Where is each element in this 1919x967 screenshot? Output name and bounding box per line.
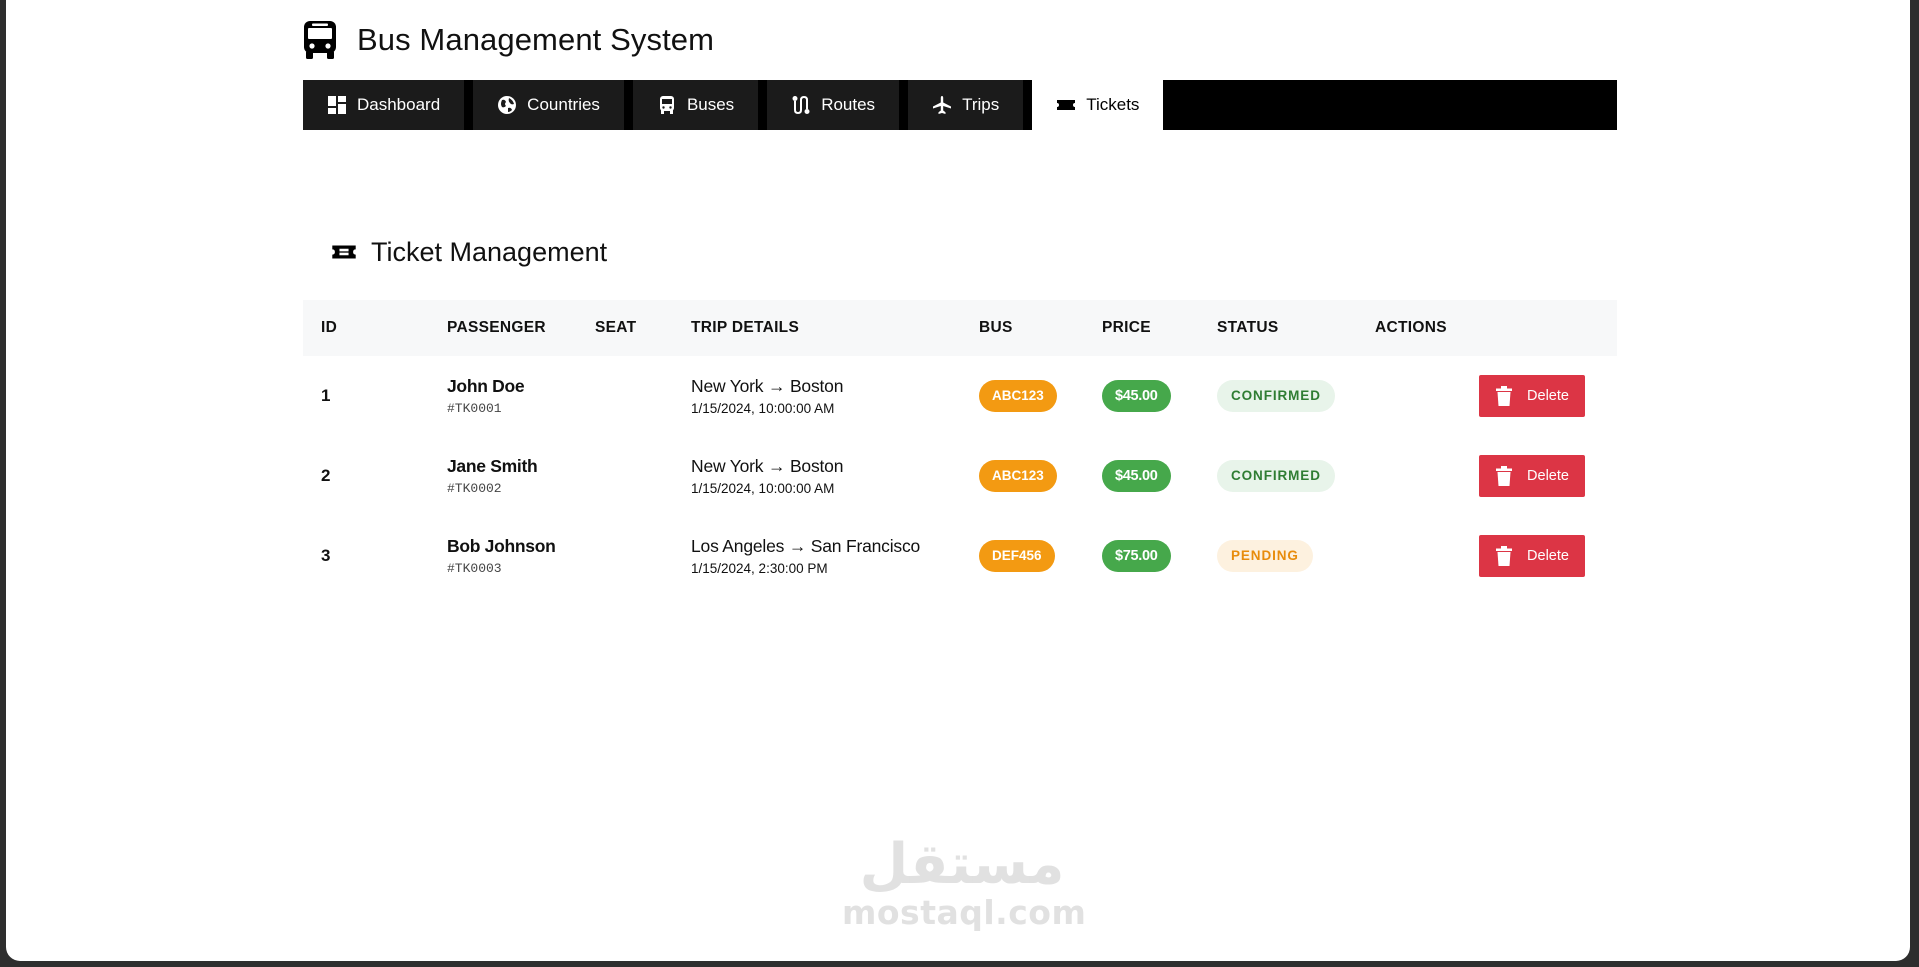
delete-button[interactable]: Delete — [1479, 375, 1585, 417]
app-window: Bus Management System Dashboard Countrie… — [6, 0, 1910, 961]
trip-route: Los Angeles → San Francisco — [691, 536, 921, 556]
delete-button[interactable]: Delete — [1479, 455, 1585, 497]
route-icon — [791, 95, 811, 115]
price-badge: $75.00 — [1102, 540, 1171, 572]
tickets-table: ID PASSENGER SEAT TRIP DETAILS BUS PRICE… — [303, 300, 1617, 596]
bus-cell: ABC123 — [979, 436, 1057, 516]
ticket-id: 2 — [321, 466, 331, 485]
header-price: PRICE — [1102, 319, 1151, 336]
table-row: 3 Bob Johnson #TK0003 Los Angeles → San … — [303, 516, 1617, 596]
status-cell: PENDING — [1217, 516, 1313, 596]
watermark: مستقل mostaql.com — [842, 832, 1087, 932]
nav-item-countries[interactable]: Countries — [473, 80, 624, 130]
nav-item-label: Buses — [686, 95, 735, 114]
bus-badge: DEF456 — [979, 540, 1055, 572]
header-status: STATUS — [1217, 319, 1279, 336]
ticket-icon — [1056, 95, 1076, 115]
main-nav: Dashboard Countries Buses Routes Trips T… — [303, 80, 1617, 130]
ticket-id: 3 — [321, 546, 331, 565]
passenger-cell: Jane Smith #TK0002 — [447, 436, 538, 516]
status-cell: CONFIRMED — [1217, 436, 1335, 516]
passenger-name: Jane Smith — [447, 456, 538, 476]
header-trip-details: TRIP DETAILS — [691, 319, 800, 336]
trash-icon — [1495, 466, 1513, 486]
trip-route: New York → Boston — [691, 456, 844, 476]
ticket-code: #TK0003 — [447, 561, 502, 576]
nav-item-dashboard[interactable]: Dashboard — [303, 80, 465, 130]
nav-item-buses[interactable]: Buses — [632, 80, 759, 130]
passenger-cell: John Doe #TK0001 — [447, 356, 525, 436]
trash-icon — [1495, 386, 1513, 406]
nav-item-tickets[interactable]: Tickets — [1032, 80, 1164, 130]
table-row: 2 Jane Smith #TK0002 New York → Boston 1… — [303, 436, 1617, 516]
bus-cell: ABC123 — [979, 356, 1057, 436]
trash-icon — [1495, 546, 1513, 566]
actions-cell: Delete — [1479, 436, 1585, 516]
price-cell: $45.00 — [1102, 356, 1171, 436]
price-badge: $45.00 — [1102, 460, 1171, 492]
delete-button-label: Delete — [1527, 548, 1569, 564]
passenger-cell: Bob Johnson #TK0003 — [447, 516, 556, 596]
status-badge: CONFIRMED — [1217, 460, 1335, 492]
watermark-latin: mostaql.com — [842, 893, 1087, 932]
bus-icon — [657, 95, 677, 115]
trip-datetime: 1/15/2024, 10:00:00 AM — [691, 481, 835, 496]
trip-datetime: 1/15/2024, 2:30:00 PM — [691, 561, 828, 576]
trip-cell: New York → Boston 1/15/2024, 10:00:00 AM — [691, 436, 843, 516]
trip-datetime: 1/15/2024, 10:00:00 AM — [691, 401, 835, 416]
delete-button-label: Delete — [1527, 468, 1569, 484]
nav-item-label: Dashboard — [357, 95, 441, 114]
passenger-name: John Doe — [447, 376, 525, 396]
header-id: ID — [321, 319, 338, 336]
table-row: 1 John Doe #TK0001 New York → Boston 1/1… — [303, 356, 1617, 436]
ticket-code: #TK0001 — [447, 401, 502, 416]
table-header: ID PASSENGER SEAT TRIP DETAILS BUS PRICE… — [303, 300, 1617, 356]
bus-cell: DEF456 — [979, 516, 1055, 596]
airplane-icon — [932, 95, 952, 115]
actions-cell: Delete — [1479, 356, 1585, 436]
delete-button[interactable]: Delete — [1479, 535, 1585, 577]
ticket-code: #TK0002 — [447, 481, 502, 496]
nav-item-label: Trips — [962, 95, 1000, 114]
status-badge: PENDING — [1217, 540, 1313, 572]
actions-cell: Delete — [1479, 516, 1585, 596]
price-cell: $75.00 — [1102, 516, 1171, 596]
app-header: Bus Management System — [303, 18, 714, 62]
header-bus: BUS — [979, 319, 1013, 336]
price-badge: $45.00 — [1102, 380, 1171, 412]
bus-icon — [303, 20, 337, 60]
ticket-id: 1 — [321, 386, 331, 405]
globe-icon — [497, 95, 517, 115]
header-seat: SEAT — [595, 319, 637, 336]
nav-item-label: Countries — [527, 95, 600, 114]
nav-item-label: Routes — [821, 95, 876, 114]
header-actions: ACTIONS — [1375, 319, 1447, 336]
ticket-icon — [331, 239, 357, 265]
trip-cell: Los Angeles → San Francisco 1/15/2024, 2… — [691, 516, 920, 596]
bus-badge: ABC123 — [979, 380, 1057, 412]
status-cell: CONFIRMED — [1217, 356, 1335, 436]
passenger-name: Bob Johnson — [447, 536, 556, 556]
price-cell: $45.00 — [1102, 436, 1171, 516]
section-title: Ticket Management — [371, 236, 608, 267]
bus-badge: ABC123 — [979, 460, 1057, 492]
trip-cell: New York → Boston 1/15/2024, 10:00:00 AM — [691, 356, 843, 436]
delete-button-label: Delete — [1527, 388, 1569, 404]
watermark-arabic: مستقل — [859, 832, 1065, 897]
nav-item-label: Tickets — [1086, 95, 1140, 114]
nav-item-routes[interactable]: Routes — [767, 80, 900, 130]
nav-item-trips[interactable]: Trips — [908, 80, 1024, 130]
app-title: Bus Management System — [357, 22, 715, 57]
header-passenger: PASSENGER — [447, 319, 546, 336]
trip-route: New York → Boston — [691, 376, 844, 396]
status-badge: CONFIRMED — [1217, 380, 1335, 412]
dashboard-icon — [327, 95, 347, 115]
section-header: Ticket Management — [331, 230, 607, 274]
